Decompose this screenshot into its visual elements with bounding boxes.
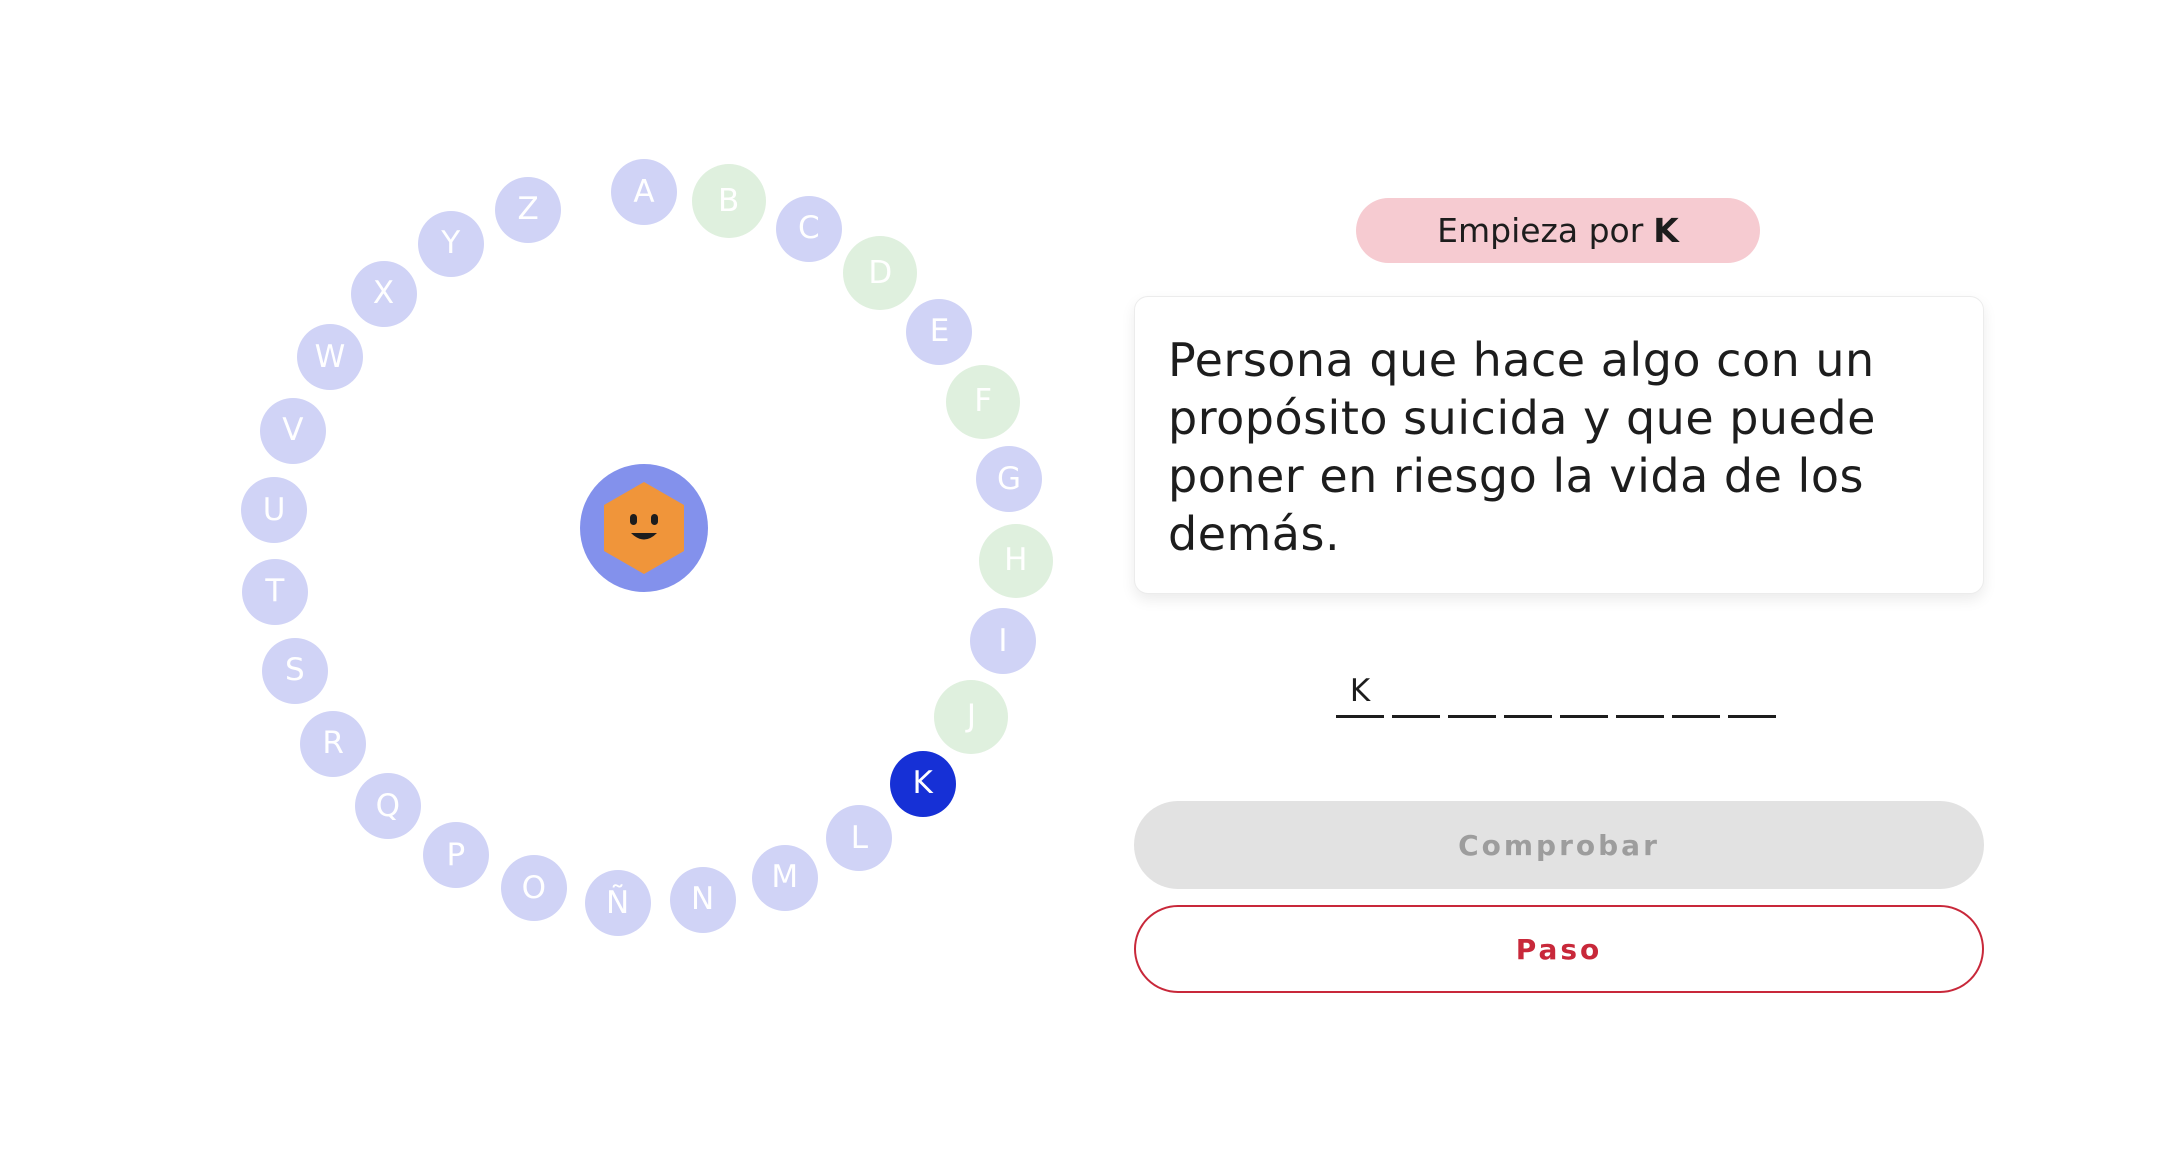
letter-circle-k: K [889,750,956,817]
letter-circle-j: J [934,679,1009,754]
definition-text: Persona que hace algo con un propósito s… [1168,333,1876,561]
answer-slot[interactable]: K [1336,666,1384,718]
letter-circle-n: N [669,866,736,933]
letter-circle-c: C [775,195,842,262]
hexagon-smiley-icon [604,482,684,574]
letter-circle-o: O [500,855,567,922]
letter-circle-t: T [241,558,308,625]
answer-slot[interactable] [1392,666,1440,718]
letter-circle-a: A [611,159,677,225]
answer-slot[interactable] [1616,666,1664,718]
letter-circle-v: V [259,397,326,464]
letter-circle-w: W [296,324,363,391]
letter-circle-i: I [970,608,1036,675]
letter-circle-h: H [978,523,1053,598]
answer-slot[interactable] [1728,666,1776,718]
pass-button[interactable]: Paso [1134,905,1984,993]
letter-circle-q: Q [354,773,421,840]
answer-slots[interactable]: K [1336,666,1776,722]
letter-circle-u: U [241,477,308,544]
check-button[interactable]: Comprobar [1134,801,1984,889]
letter-circle-m: M [751,844,818,911]
letter-circle-x: X [350,260,417,327]
letter-circle-r: R [300,710,367,777]
letter-circle-l: L [826,805,893,872]
letter-circle-e: E [906,298,973,365]
answer-slot[interactable] [1560,666,1608,718]
letter-ring: ABCDEFGHIJKLMNÑOPQRSTUVWXYZ [0,0,1100,1170]
letter-circle-z: Z [495,176,562,243]
mascot-badge [580,464,708,592]
letter-circle-y: Y [417,210,484,277]
letter-circle-s: S [261,637,328,704]
letter-circle-p: P [422,822,489,889]
hint-letter: K [1653,211,1679,250]
starts-with-hint: Empieza por K [1356,198,1760,263]
hint-prefix: Empieza por [1437,211,1644,250]
answer-slot[interactable] [1672,666,1720,718]
letter-circle-d: D [843,236,918,311]
letter-circle-ñ: Ñ [584,870,651,937]
game-screen: ABCDEFGHIJKLMNÑOPQRSTUVWXYZ Empieza por … [0,0,2180,1170]
definition-card: Persona que hace algo con un propósito s… [1134,296,1984,594]
answer-slot[interactable] [1504,666,1552,718]
letter-circle-b: B [691,164,766,239]
answer-slot[interactable] [1448,666,1496,718]
letter-circle-g: G [976,446,1043,513]
letter-circle-f: F [946,364,1021,439]
